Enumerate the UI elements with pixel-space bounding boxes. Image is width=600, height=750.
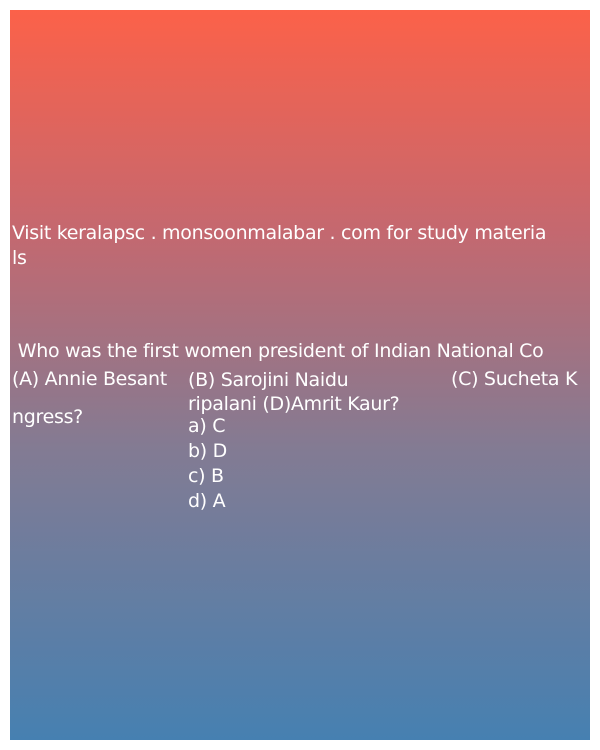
answer-item-d[interactable]: d) A [188,489,227,514]
promo-line-1: Visit keralapsc . monsoonmalabar . com f… [12,222,547,244]
option-wrap-line: ripalani (D)Amrit Kaur? [188,393,400,415]
answer-list: a) C b) D c) B d) A [188,414,227,514]
promo-line-2: ls [12,247,27,269]
answer-item-a[interactable]: a) C [188,414,227,439]
answer-item-b[interactable]: b) D [188,439,227,464]
question-line-1: Who was the first women president of Ind… [12,340,544,362]
question-card: Visit keralapsc . monsoonmalabar . com f… [10,10,590,740]
option-a: (A) Annie Besant [12,368,167,390]
promo-text: Visit keralapsc . monsoonmalabar . com f… [12,221,588,271]
option-c: (C) Sucheta K [451,368,578,390]
answer-item-c[interactable]: c) B [188,464,227,489]
